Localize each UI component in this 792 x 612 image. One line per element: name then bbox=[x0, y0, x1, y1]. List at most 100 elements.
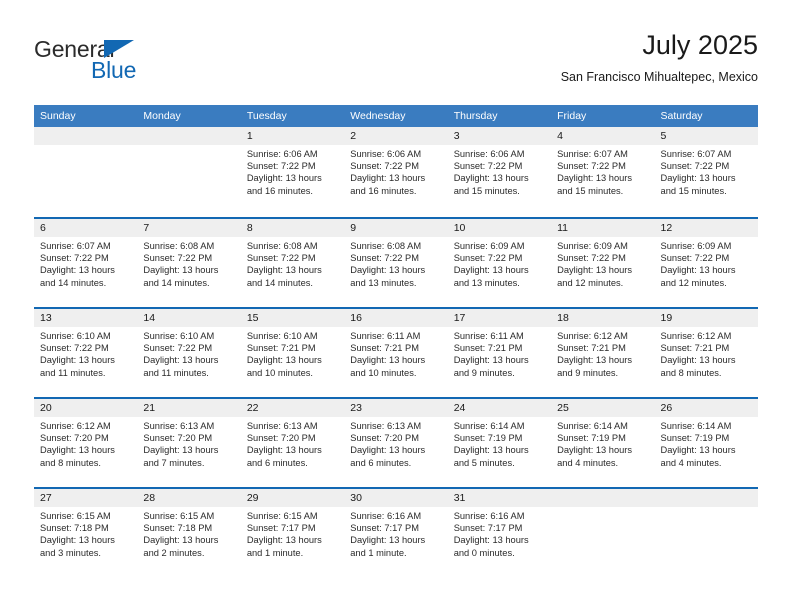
calendar-day-cell[interactable]: 16 Sunrise: 6:11 AM Sunset: 7:21 PM Dayligh… bbox=[344, 309, 448, 397]
day-number: 2 bbox=[344, 127, 448, 145]
calendar-day-cell[interactable]: 11 Sunrise: 6:09 AM Sunset: 7:22 PM Dayligh… bbox=[551, 219, 655, 307]
day-sun-info: Sunrise: 6:11 AM Sunset: 7:21 PM Daylight:… bbox=[448, 327, 551, 379]
daylight-duration-line1: Daylight: 13 hours bbox=[350, 265, 426, 276]
daylight-duration-line1: Daylight: 13 hours bbox=[660, 445, 736, 456]
calendar-day-cell[interactable]: 18 Sunrise: 6:12 AM Sunset: 7:21 PM Dayligh… bbox=[551, 309, 655, 397]
day-number: 28 bbox=[137, 489, 241, 507]
calendar-day-cell[interactable]: 1 Sunrise: 6:06 AM Sunset: 7:22 PM Daylight… bbox=[240, 127, 345, 217]
daylight-duration-line1: Daylight: 13 hours bbox=[350, 173, 426, 184]
daylight-duration-line1: Daylight: 13 hours bbox=[557, 173, 633, 184]
daylight-duration-line2: and 6 minutes. bbox=[350, 457, 412, 468]
sunrise-time: Sunrise: 6:12 AM bbox=[557, 331, 628, 341]
daylight-duration-line1: Daylight: 13 hours bbox=[246, 535, 322, 546]
sunrise-time: Sunrise: 6:16 AM bbox=[350, 511, 422, 521]
calendar-day-cell-empty bbox=[34, 127, 138, 217]
calendar-day-cell[interactable]: 6 Sunrise: 6:07 AM Sunset: 7:22 PM Daylight… bbox=[34, 219, 138, 307]
day-sun-info: Sunrise: 6:08 AM Sunset: 7:22 PM Daylight:… bbox=[344, 237, 447, 289]
day-number: 30 bbox=[344, 489, 448, 507]
daylight-duration-line1: Daylight: 13 hours bbox=[40, 355, 115, 366]
sunset-time: Sunset: 7:21 PM bbox=[453, 343, 523, 354]
calendar-day-cell[interactable]: 20 Sunrise: 6:12 AM Sunset: 7:20 PM Dayligh… bbox=[34, 399, 138, 487]
sunset-time: Sunset: 7:22 PM bbox=[350, 161, 419, 172]
daylight-duration-line2: and 1 minute. bbox=[350, 547, 407, 558]
sunset-time: Sunset: 7:21 PM bbox=[660, 343, 730, 354]
calendar-day-cell[interactable]: 7 Sunrise: 6:08 AM Sunset: 7:22 PM Daylight… bbox=[137, 219, 241, 307]
daylight-duration-line2: and 15 minutes. bbox=[453, 185, 520, 196]
calendar-day-cell[interactable]: 13 Sunrise: 6:10 AM Sunset: 7:22 PM Dayligh… bbox=[34, 309, 138, 397]
calendar-day-cell[interactable]: 22 Sunrise: 6:13 AM Sunset: 7:20 PM Dayligh… bbox=[240, 399, 345, 487]
general-blue-logo[interactable]: General Blue bbox=[34, 36, 234, 86]
day-number: 5 bbox=[654, 127, 758, 145]
daylight-duration-line1: Daylight: 13 hours bbox=[557, 265, 633, 276]
calendar-day-cell-empty bbox=[654, 489, 758, 577]
triangle-icon bbox=[104, 40, 134, 58]
sunrise-time: Sunrise: 6:06 AM bbox=[246, 149, 318, 159]
calendar-day-cell[interactable]: 14 Sunrise: 6:10 AM Sunset: 7:22 PM Dayligh… bbox=[137, 309, 241, 397]
calendar-day-cell[interactable]: 10 Sunrise: 6:09 AM Sunset: 7:22 PM Dayligh… bbox=[447, 219, 552, 307]
calendar-day-cell[interactable]: 4 Sunrise: 6:07 AM Sunset: 7:22 PM Daylight… bbox=[551, 127, 655, 217]
day-sun-info: Sunrise: 6:06 AM Sunset: 7:22 PM Daylight:… bbox=[448, 145, 551, 197]
calendar-day-cell-empty bbox=[551, 489, 655, 577]
sunrise-time: Sunrise: 6:09 AM bbox=[453, 241, 525, 251]
day-number bbox=[137, 127, 241, 145]
sunrise-time: Sunrise: 6:10 AM bbox=[40, 331, 111, 341]
calendar-day-cell[interactable]: 23 Sunrise: 6:13 AM Sunset: 7:20 PM Dayligh… bbox=[344, 399, 448, 487]
daylight-duration-line2: and 4 minutes. bbox=[557, 457, 619, 468]
sunset-time: Sunset: 7:20 PM bbox=[246, 433, 316, 444]
daylight-duration-line1: Daylight: 13 hours bbox=[246, 173, 322, 184]
day-sun-info: Sunrise: 6:11 AM Sunset: 7:21 PM Daylight:… bbox=[344, 327, 447, 379]
calendar-day-cell[interactable]: 17 Sunrise: 6:11 AM Sunset: 7:21 PM Dayligh… bbox=[447, 309, 552, 397]
day-sun-info: Sunrise: 6:15 AM Sunset: 7:17 PM Daylight:… bbox=[241, 507, 344, 559]
sunrise-time: Sunrise: 6:13 AM bbox=[246, 421, 318, 431]
daylight-duration-line1: Daylight: 13 hours bbox=[453, 445, 529, 456]
sunset-time: Sunset: 7:22 PM bbox=[557, 161, 626, 172]
sunset-time: Sunset: 7:22 PM bbox=[453, 253, 523, 264]
day-number: 26 bbox=[654, 399, 758, 417]
daylight-duration-line2: and 11 minutes. bbox=[143, 367, 209, 378]
calendar-day-cell[interactable]: 19 Sunrise: 6:12 AM Sunset: 7:21 PM Dayligh… bbox=[654, 309, 758, 397]
day-sun-info: Sunrise: 6:12 AM Sunset: 7:20 PM Daylight:… bbox=[34, 417, 137, 469]
daylight-duration-line1: Daylight: 13 hours bbox=[143, 355, 219, 366]
calendar-day-cell[interactable]: 8 Sunrise: 6:08 AM Sunset: 7:22 PM Daylight… bbox=[240, 219, 345, 307]
calendar-day-cell[interactable]: 21 Sunrise: 6:13 AM Sunset: 7:20 PM Dayligh… bbox=[137, 399, 241, 487]
calendar-day-cell[interactable]: 28 Sunrise: 6:15 AM Sunset: 7:18 PM Dayligh… bbox=[137, 489, 241, 577]
title-block: July 2025 San Francisco Mihualtepec, Mex… bbox=[561, 28, 758, 85]
sunrise-time: Sunrise: 6:13 AM bbox=[143, 421, 215, 431]
day-sun-info: Sunrise: 6:14 AM Sunset: 7:19 PM Daylight:… bbox=[448, 417, 551, 469]
calendar-day-cell[interactable]: 15 Sunrise: 6:10 AM Sunset: 7:21 PM Dayligh… bbox=[240, 309, 345, 397]
day-sun-info: Sunrise: 6:14 AM Sunset: 7:19 PM Daylight:… bbox=[655, 417, 758, 469]
sunset-time: Sunset: 7:21 PM bbox=[246, 343, 316, 354]
sunrise-time: Sunrise: 6:08 AM bbox=[350, 241, 422, 251]
daylight-duration-line1: Daylight: 13 hours bbox=[660, 355, 736, 366]
sunset-time: Sunset: 7:21 PM bbox=[350, 343, 419, 354]
day-number: 15 bbox=[240, 309, 345, 327]
day-sun-info: Sunrise: 6:13 AM Sunset: 7:20 PM Daylight:… bbox=[137, 417, 240, 469]
day-sun-info: Sunrise: 6:13 AM Sunset: 7:20 PM Daylight:… bbox=[344, 417, 447, 469]
daylight-duration-line1: Daylight: 13 hours bbox=[350, 355, 426, 366]
day-sun-info: Sunrise: 6:08 AM Sunset: 7:22 PM Daylight:… bbox=[241, 237, 344, 289]
daylight-duration-line2: and 8 minutes. bbox=[40, 457, 101, 468]
daylight-duration-line2: and 6 minutes. bbox=[246, 457, 308, 468]
calendar-day-cell[interactable]: 24 Sunrise: 6:14 AM Sunset: 7:19 PM Dayligh… bbox=[447, 399, 552, 487]
sunrise-time: Sunrise: 6:06 AM bbox=[350, 149, 422, 159]
sunrise-time: Sunrise: 6:07 AM bbox=[557, 149, 628, 159]
calendar-day-cell[interactable]: 27 Sunrise: 6:15 AM Sunset: 7:18 PM Dayligh… bbox=[34, 489, 138, 577]
sunrise-time: Sunrise: 6:07 AM bbox=[660, 149, 732, 159]
day-number: 7 bbox=[137, 219, 241, 237]
calendar-day-cell[interactable]: 25 Sunrise: 6:14 AM Sunset: 7:19 PM Dayligh… bbox=[551, 399, 655, 487]
daylight-duration-line2: and 14 minutes. bbox=[246, 277, 313, 288]
calendar-day-cell[interactable]: 2 Sunrise: 6:06 AM Sunset: 7:22 PM Daylight… bbox=[344, 127, 448, 217]
day-number: 8 bbox=[240, 219, 345, 237]
sunset-time: Sunset: 7:22 PM bbox=[40, 253, 109, 264]
calendar-day-cell[interactable]: 12 Sunrise: 6:09 AM Sunset: 7:22 PM Dayligh… bbox=[654, 219, 758, 307]
calendar-day-cell[interactable]: 29 Sunrise: 6:15 AM Sunset: 7:17 PM Dayligh… bbox=[240, 489, 345, 577]
calendar-day-cell[interactable]: 31 Sunrise: 6:16 AM Sunset: 7:17 PM Dayligh… bbox=[447, 489, 552, 577]
calendar-day-cell[interactable]: 30 Sunrise: 6:16 AM Sunset: 7:17 PM Dayligh… bbox=[344, 489, 448, 577]
calendar-day-cell[interactable]: 5 Sunrise: 6:07 AM Sunset: 7:22 PM Daylight… bbox=[654, 127, 758, 217]
sunset-time: Sunset: 7:20 PM bbox=[143, 433, 213, 444]
calendar-day-cell[interactable]: 3 Sunrise: 6:06 AM Sunset: 7:22 PM Daylight… bbox=[447, 127, 552, 217]
calendar-day-cell[interactable]: 26 Sunrise: 6:14 AM Sunset: 7:19 PM Dayligh… bbox=[654, 399, 758, 487]
calendar-day-cell[interactable]: 9 Sunrise: 6:08 AM Sunset: 7:22 PM Daylight… bbox=[344, 219, 448, 307]
sunset-time: Sunset: 7:22 PM bbox=[246, 161, 316, 172]
day-sun-info: Sunrise: 6:15 AM Sunset: 7:18 PM Daylight:… bbox=[34, 507, 137, 559]
